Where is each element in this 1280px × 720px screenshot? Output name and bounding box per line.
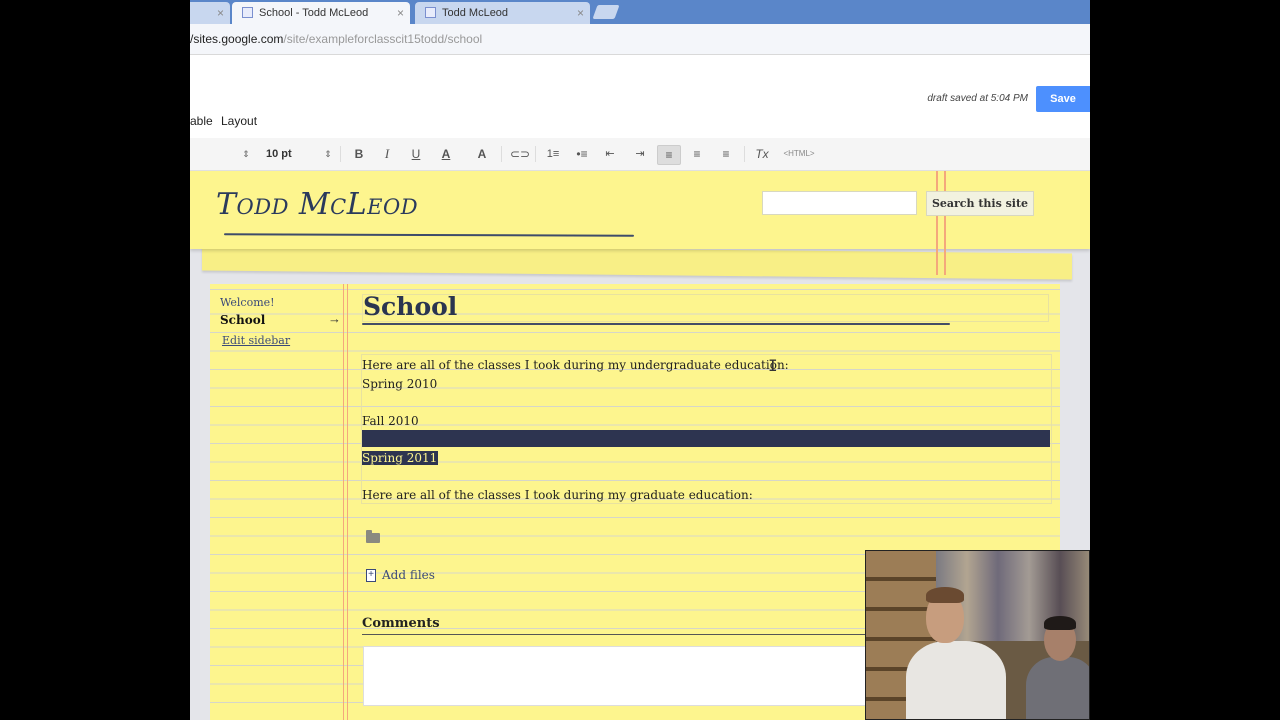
outdent-icon[interactable]: ⇤	[600, 145, 620, 163]
url-text[interactable]: /sites.google.com/site/exampleforclassci…	[190, 32, 482, 46]
search-button[interactable]: Search this site	[926, 191, 1034, 216]
align-center-icon[interactable]: ≡	[687, 145, 707, 163]
search-input[interactable]	[762, 191, 917, 215]
arrow-right-icon: →	[328, 311, 341, 326]
site-title[interactable]: Todd McLeod	[216, 187, 418, 222]
header-margin-line	[936, 171, 946, 275]
tab-close-icon[interactable]: ×	[397, 2, 404, 24]
tab-close-icon[interactable]: ×	[217, 2, 224, 24]
align-left-icon[interactable]: ≡	[657, 145, 681, 165]
bullet-list-icon[interactable]: •≡	[572, 145, 592, 163]
webcam-overlay	[865, 550, 1090, 720]
content-line-spring-2011[interactable]: Spring 2011	[362, 451, 439, 465]
page-title-underline	[362, 323, 950, 325]
draft-status: draft saved at 5:04 PM	[927, 93, 1028, 104]
tab-previous[interactable]: ×	[190, 2, 230, 24]
webcam-person-presenter	[906, 587, 1006, 719]
add-file-icon[interactable]: +	[366, 569, 376, 582]
toolbar-divider	[501, 146, 502, 162]
comments-heading: Comments	[362, 616, 440, 631]
menu-layout[interactable]: Layout	[221, 114, 257, 128]
font-dropdown-icon[interactable]: ⇕	[240, 145, 252, 163]
sites-favicon-icon	[242, 7, 253, 18]
text-selection-highlight	[362, 430, 1050, 447]
tab-label: School - Todd McLeod	[259, 7, 369, 19]
text-cursor-icon: I	[768, 356, 778, 375]
paper-margin-line	[343, 284, 348, 720]
url-path: /site/exampleforclasscit15todd/school	[283, 32, 483, 46]
folder-icon[interactable]	[366, 530, 380, 543]
site-header: Todd McLeod Search this site	[190, 171, 1090, 275]
toolbar-divider	[744, 146, 745, 162]
tab-strip: × School - Todd McLeod × Todd McLeod ×	[190, 0, 1090, 24]
clear-formatting-icon[interactable]: Tx	[752, 145, 772, 163]
text-color-icon[interactable]: A	[435, 145, 457, 163]
add-files-link[interactable]: Add files	[382, 568, 435, 582]
save-button[interactable]: Save	[1036, 86, 1090, 112]
toolbar-divider	[535, 146, 536, 162]
tab-close-icon[interactable]: ×	[577, 2, 584, 24]
edit-header: draft saved at 5:04 PM Save able Layout	[190, 55, 1090, 137]
content-line-undergrad[interactable]: Here are all of the classes I took durin…	[362, 358, 789, 372]
format-toolbar: ⇕ 10 pt ⇕ B I U A A ⊂⊃ 1≡ •≡ ⇤ ⇥ ≡ ≡ ≡ T…	[190, 138, 1090, 171]
content-editor[interactable]	[361, 354, 1052, 504]
link-icon[interactable]: ⊂⊃	[509, 145, 531, 163]
content-line-fall-2010[interactable]: Fall 2010	[362, 414, 419, 428]
tab-label: Todd McLeod	[442, 7, 509, 19]
font-size-dropdown-icon[interactable]: ⇕	[322, 145, 334, 163]
webcam-person-student	[1026, 616, 1089, 719]
url-host: /sites.google.com	[190, 32, 284, 46]
align-right-icon[interactable]: ≡	[716, 145, 736, 163]
site-title-underline	[223, 233, 635, 237]
bold-button[interactable]: B	[352, 145, 366, 163]
sidebar-item-welcome[interactable]: Welcome!	[220, 296, 275, 309]
sites-favicon-icon	[425, 7, 436, 18]
toolbar-divider	[340, 146, 341, 162]
edit-sidebar-link[interactable]: Edit sidebar	[222, 334, 290, 347]
content-line-grad[interactable]: Here are all of the classes I took durin…	[362, 488, 753, 502]
address-bar[interactable]: /sites.google.com/site/exampleforclassci…	[190, 24, 1090, 55]
comment-input[interactable]	[363, 646, 885, 706]
font-size-select[interactable]: 10 pt	[266, 145, 306, 163]
page-title-field[interactable]	[362, 294, 1049, 322]
content-line-spring-2010[interactable]: Spring 2010	[362, 377, 437, 391]
html-button[interactable]: <HTML>	[780, 145, 818, 163]
comments-underline	[362, 634, 882, 635]
tab-todd-mcleod[interactable]: Todd McLeod ×	[415, 2, 590, 24]
new-tab-button[interactable]	[592, 5, 620, 19]
menu-table[interactable]: able	[190, 114, 213, 128]
selected-text[interactable]: Spring 2011	[362, 451, 439, 465]
italic-button[interactable]: I	[380, 145, 394, 163]
indent-icon[interactable]: ⇥	[630, 145, 650, 163]
highlight-color-icon[interactable]: A	[471, 145, 493, 163]
numbered-list-icon[interactable]: 1≡	[543, 145, 563, 163]
page-title[interactable]: School	[363, 292, 457, 321]
tab-school-todd-mcleod[interactable]: School - Todd McLeod ×	[232, 2, 410, 24]
sidebar-item-school[interactable]: School	[220, 313, 265, 327]
underline-button[interactable]: U	[409, 145, 423, 163]
